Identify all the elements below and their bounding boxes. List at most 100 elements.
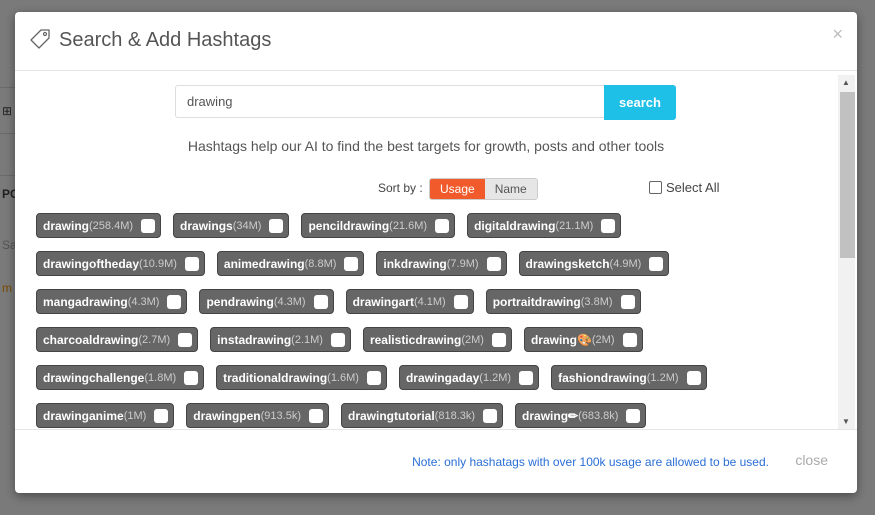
hashtag-name: drawing🎨 <box>530 332 592 347</box>
hashtag-checkbox[interactable] <box>178 332 193 347</box>
hashtag-checkbox[interactable] <box>483 408 498 423</box>
hashtag-checkbox[interactable] <box>622 332 637 347</box>
hashtag-name: drawingtutorial <box>348 408 435 423</box>
hashtag-checkbox[interactable] <box>309 408 323 423</box>
hashtag-checkbox[interactable] <box>686 370 701 385</box>
hashtag-chip[interactable]: drawing🎨 (2M) <box>523 327 643 352</box>
hashtag-checkbox[interactable] <box>330 332 345 347</box>
scroll-down-icon[interactable]: ▼ <box>842 417 850 426</box>
hashtag-checkbox[interactable] <box>649 256 664 271</box>
close-button[interactable]: close <box>795 452 828 468</box>
tag-icon <box>30 29 50 49</box>
modal-header: Search & Add Hashtags × <box>15 12 857 71</box>
hashtag-chip[interactable]: drawingsketch (4.9M) <box>518 251 670 276</box>
hashtag-name: drawingart <box>352 294 414 309</box>
hashtag-chip[interactable]: realisticdrawing (2M) <box>362 327 512 352</box>
hashtag-chip[interactable]: pendrawing (4.3M) <box>199 289 334 314</box>
hashtag-chip[interactable]: drawingart (4.1M) <box>345 289 474 314</box>
hashtag-count: (8.8M) <box>304 257 337 270</box>
tag-row: drawingchallenge (1.8M) traditionaldrawing… <box>36 365 836 390</box>
hashtag-chip[interactable]: drawingtutorial (818.3k) <box>341 403 504 428</box>
hashtag-checkbox[interactable] <box>519 370 534 385</box>
hashtag-chip[interactable]: animedrawing (8.8M) <box>216 251 365 276</box>
hashtag-count: (2.1M) <box>291 333 323 346</box>
hashtag-checkbox[interactable] <box>601 218 616 233</box>
modal-body: search Hashtags help our AI to find the … <box>15 71 837 429</box>
hashtag-name: drawingchallenge <box>43 370 145 385</box>
tag-row: drawinganime (1M) drawingpen (913.5k) drawin… <box>36 403 836 428</box>
select-all-label: Select All <box>666 180 720 195</box>
hashtag-checkbox[interactable] <box>486 256 501 271</box>
hashtag-name: traditionaldrawing <box>223 370 328 385</box>
select-all-checkbox[interactable]: Select All <box>649 180 719 195</box>
hashtag-chip[interactable]: fashiondrawing (1.2M) <box>551 365 707 390</box>
hashtag-count: (683.8k) <box>578 409 619 422</box>
hashtag-checkbox[interactable] <box>435 218 450 233</box>
hashtag-chip[interactable]: mangadrawing (4.3M) <box>36 289 188 314</box>
hashtag-name: drawing <box>43 218 90 233</box>
hashtag-name: mangadrawing <box>43 294 128 309</box>
hashtag-count: (2M) <box>591 333 615 346</box>
hashtag-name: digitaldrawing <box>474 218 556 233</box>
hashtag-name: pendrawing <box>206 294 274 309</box>
checkbox[interactable] <box>649 181 662 194</box>
scrollbar[interactable]: ▲ ▼ <box>838 75 855 429</box>
hashtag-chip[interactable]: portraitdrawing (3.8M) <box>485 289 641 314</box>
hashtag-chip[interactable]: pencildrawing (21.6M) <box>301 213 456 238</box>
hashtag-chip[interactable]: drawingpen (913.5k) <box>186 403 329 428</box>
hashtag-chip[interactable]: charcoaldrawing (2.7M) <box>36 327 199 352</box>
search-input[interactable] <box>175 85 605 118</box>
hashtag-checkbox[interactable] <box>184 256 199 271</box>
sort-toggle: Usage Name <box>429 178 538 200</box>
hashtag-checkbox[interactable] <box>269 218 284 233</box>
hashtag-name: inkdrawing <box>383 256 447 271</box>
hashtag-chip[interactable]: drawingchallenge (1.8M) <box>36 365 205 390</box>
hashtag-name: drawings <box>180 218 233 233</box>
scroll-up-icon[interactable]: ▲ <box>842 78 850 87</box>
hashtag-checkbox[interactable] <box>626 408 641 423</box>
hashtag-count: (4.9M) <box>609 257 642 270</box>
tag-row: drawing (258.4M) drawings (34M) pencildrawin… <box>36 213 836 238</box>
hashtag-checkbox[interactable] <box>344 256 359 271</box>
hashtag-checkbox[interactable] <box>453 294 468 309</box>
hashtag-chip[interactable]: drawing (258.4M) <box>36 213 162 238</box>
hashtag-count: (2.7M) <box>138 333 171 346</box>
hashtag-chip[interactable]: digitaldrawing (21.1M) <box>467 213 622 238</box>
hashtag-name: drawing✏ <box>522 408 579 423</box>
hashtag-chip[interactable]: drawingoftheday (10.9M) <box>36 251 205 276</box>
hashtag-count: (21.1M) <box>555 219 594 232</box>
sort-usage-button[interactable]: Usage <box>430 179 485 199</box>
hashtag-chip[interactable]: drawings (34M) <box>173 213 290 238</box>
hashtag-count: (818.3k) <box>434 409 476 422</box>
hashtag-checkbox[interactable] <box>366 370 381 385</box>
scrollbar-thumb[interactable] <box>840 92 855 258</box>
hashtag-name: drawingaday <box>405 370 480 385</box>
hashtag-checkbox[interactable] <box>491 332 506 347</box>
hashtag-checkbox[interactable] <box>167 294 182 309</box>
hashtag-chip[interactable]: drawingaday (1.2M) <box>398 365 540 390</box>
hashtag-count: (258.4M) <box>89 219 134 232</box>
hashtag-count: (21.6M) <box>389 219 428 232</box>
hashtag-chip[interactable]: drawing✏ (683.8k) <box>515 403 647 428</box>
hashtag-checkbox[interactable] <box>141 218 156 233</box>
hashtag-chip[interactable]: inkdrawing (7.9M) <box>376 251 507 276</box>
tag-row: mangadrawing (4.3M) pendrawing (4.3M) drawin… <box>36 289 836 314</box>
sort-name-button[interactable]: Name <box>484 179 537 199</box>
hashtag-name: instadrawing <box>217 332 292 347</box>
hashtag-chip[interactable]: traditionaldrawing (1.6M) <box>216 365 387 390</box>
hashtag-chip[interactable]: drawinganime (1M) <box>36 403 175 428</box>
hashtag-checkbox[interactable] <box>620 294 635 309</box>
search-button[interactable]: search <box>604 85 676 120</box>
hashtag-checkbox[interactable] <box>184 370 199 385</box>
hashtag-checkbox[interactable] <box>313 294 328 309</box>
close-icon[interactable]: × <box>832 24 843 45</box>
hashtag-name: pencildrawing <box>308 218 390 233</box>
hashtag-checkbox[interactable] <box>154 408 169 423</box>
usage-note: Note: only hashatags with over 100k usag… <box>412 455 769 469</box>
hashtag-name: fashiondrawing <box>558 370 647 385</box>
hashtag-chip[interactable]: instadrawing (2.1M) <box>210 327 351 352</box>
hashtag-count: (7.9M) <box>446 257 479 270</box>
hashtag-count: (1.8M) <box>144 371 177 384</box>
bg-text: m <box>2 281 12 295</box>
sort-label: Sort by : <box>378 181 423 195</box>
